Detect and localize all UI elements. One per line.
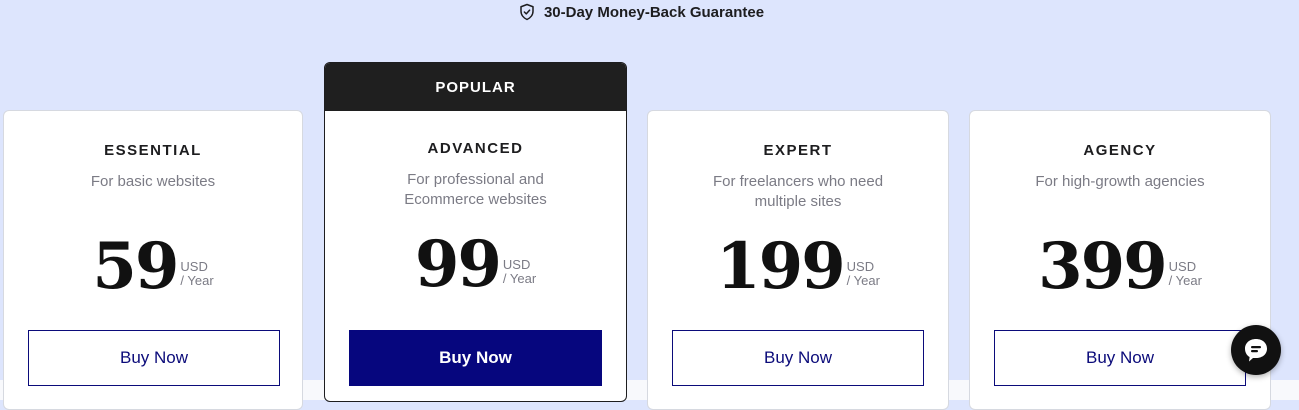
price: 199 USD / Year xyxy=(648,233,948,301)
price-unit: USD / Year xyxy=(1169,260,1202,288)
buy-now-button-expert[interactable]: Buy Now xyxy=(672,330,924,386)
popular-badge: POPULAR xyxy=(325,63,626,111)
price-period: / Year xyxy=(846,273,880,288)
buy-now-button-advanced[interactable]: Buy Now xyxy=(349,330,602,386)
guarantee-text: 30-Day Money-Back Guarantee xyxy=(543,3,765,21)
plan-name: ESSENTIAL xyxy=(104,142,202,159)
plan-card-advanced: POPULAR ADVANCED For professional and Ec… xyxy=(324,62,627,402)
price-unit: USD / Year xyxy=(503,258,536,286)
chat-launcher-button[interactable] xyxy=(1231,325,1281,375)
plan-description: For freelancers who need multiple sites xyxy=(712,173,884,210)
buy-now-button-essential[interactable]: Buy Now xyxy=(28,330,280,386)
price-currency: USD xyxy=(180,259,208,274)
shield-check-icon xyxy=(520,3,534,21)
money-back-guarantee: 30-Day Money-Back Guarantee xyxy=(0,2,1282,22)
price: 399 USD / Year xyxy=(970,233,1270,301)
plan-card-agency: AGENCY For high-growth agencies 399 USD … xyxy=(969,110,1271,410)
chat-bubble-icon xyxy=(1245,339,1267,362)
price: 99 USD / Year xyxy=(325,231,626,299)
price-unit: USD / Year xyxy=(847,260,880,288)
plan-description: For basic websites xyxy=(90,173,216,190)
plan-name: ADVANCED xyxy=(427,140,524,157)
price-period: / Year xyxy=(180,273,214,288)
plan-card-expert: EXPERT For freelancers who need multiple… xyxy=(647,110,949,410)
price: 59 USD / Year xyxy=(4,233,302,301)
price-amount: 99 xyxy=(414,227,502,302)
buy-now-button-agency[interactable]: Buy Now xyxy=(994,330,1246,386)
plan-name: EXPERT xyxy=(763,142,833,159)
plan-card-essential: ESSENTIAL For basic websites 59 USD / Ye… xyxy=(3,110,303,410)
price-amount: 399 xyxy=(1038,229,1168,304)
price-period: / Year xyxy=(1168,273,1202,288)
plan-description: For professional and Ecommerce websites xyxy=(404,171,547,208)
price-currency: USD xyxy=(846,259,875,274)
price-period: / Year xyxy=(502,271,537,286)
price-currency: USD xyxy=(1168,259,1197,274)
price-unit: USD / Year xyxy=(180,260,213,288)
price-amount: 59 xyxy=(92,229,179,304)
price-currency: USD xyxy=(502,257,531,272)
plan-description: For high-growth agencies xyxy=(1035,173,1205,190)
plan-name: AGENCY xyxy=(1083,142,1157,159)
price-amount: 199 xyxy=(716,229,846,304)
